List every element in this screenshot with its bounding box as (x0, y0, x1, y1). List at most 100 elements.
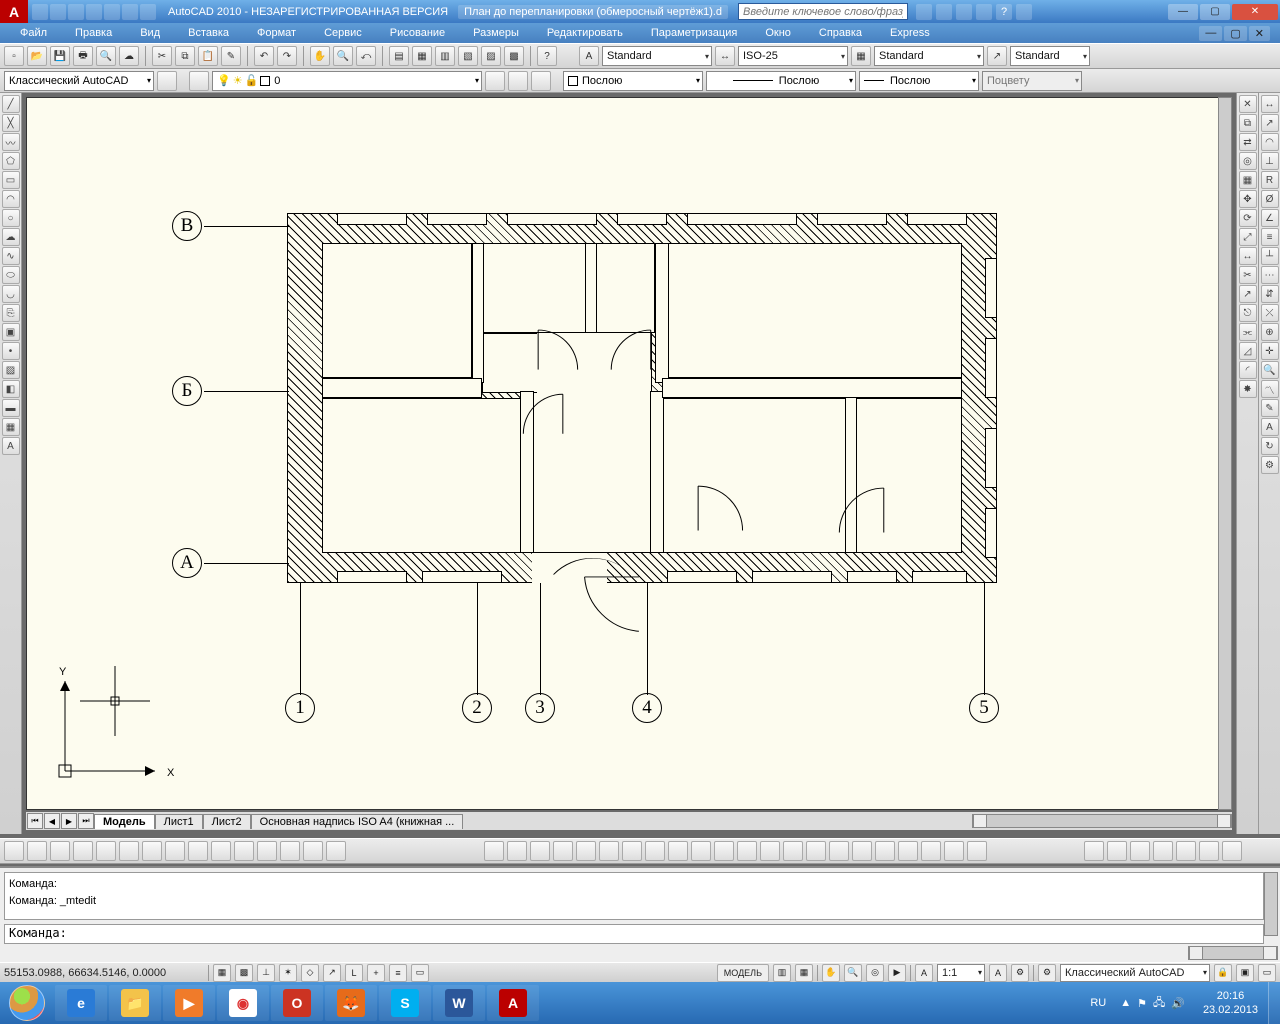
rt1[interactable] (1084, 841, 1104, 861)
dimupdate-icon[interactable]: ↻ (1261, 437, 1279, 455)
bt5[interactable] (96, 841, 116, 861)
bt4[interactable] (73, 841, 93, 861)
dim-arc-icon[interactable]: ◠ (1261, 133, 1279, 151)
ct13[interactable] (760, 841, 780, 861)
help-dropdown-icon[interactable] (1016, 4, 1032, 20)
doc-close-button[interactable]: ✕ (1249, 26, 1270, 41)
insert-icon[interactable]: ⎘ (2, 304, 20, 322)
command-prompt[interactable]: Команда: (4, 924, 1264, 944)
sheet-icon[interactable]: ▧ (458, 46, 478, 66)
zoom-icon[interactable]: 🔍 (333, 46, 353, 66)
xline-icon[interactable]: ╳ (2, 114, 20, 132)
dim-quick-icon[interactable]: ≡ (1261, 228, 1279, 246)
tab-nav-prev[interactable]: ◀ (44, 813, 60, 829)
coords-display[interactable]: 55153.0988, 66634.5146, 0.0000 (4, 967, 204, 979)
help-icon[interactable]: ? (996, 4, 1012, 20)
dimedit-icon[interactable]: ✎ (1261, 399, 1279, 417)
bt15[interactable] (326, 841, 346, 861)
dimstyle2-icon[interactable]: ⚙ (1261, 456, 1279, 474)
tab-titleblock[interactable]: Основная надпись ISO A4 (книжная ... (251, 814, 464, 829)
new-icon[interactable]: ▫ (4, 46, 24, 66)
tab-layout1[interactable]: Лист1 (155, 814, 203, 829)
qat-save-icon[interactable] (68, 4, 84, 20)
qat-undo-icon[interactable] (86, 4, 102, 20)
gradient-icon[interactable]: ◧ (2, 380, 20, 398)
preview-icon[interactable]: 🔍 (96, 46, 116, 66)
cmd-vscroll[interactable] (1264, 872, 1278, 936)
point-icon[interactable]: • (2, 342, 20, 360)
language-indicator[interactable]: RU (1084, 997, 1112, 1009)
center-icon[interactable]: ✛ (1261, 342, 1279, 360)
dim-base-icon[interactable]: ┴ (1261, 247, 1279, 265)
scale-icon[interactable]: ⤢ (1239, 228, 1257, 246)
ct15[interactable] (806, 841, 826, 861)
pline-icon[interactable]: 〰 (2, 133, 20, 151)
ct21[interactable] (944, 841, 964, 861)
tab-nav-last[interactable]: ⏭ (78, 813, 94, 829)
menu-dimension[interactable]: Размеры (459, 25, 533, 41)
array-icon[interactable]: ▦ (1239, 171, 1257, 189)
bt12[interactable] (257, 841, 277, 861)
tolerance-icon[interactable]: ⊕ (1261, 323, 1279, 341)
tray-flag-icon[interactable]: ▲ (1120, 997, 1131, 1009)
system-tray[interactable]: ▲ ⚑ 🖧 🔊 (1112, 994, 1193, 1013)
taskbar-explorer[interactable]: 📁 (109, 985, 161, 1021)
dim-ord-icon[interactable]: ⊥ (1261, 152, 1279, 170)
toolpal-icon[interactable]: ▥ (435, 46, 455, 66)
stretch-icon[interactable]: ↔ (1239, 247, 1257, 265)
ct6[interactable] (599, 841, 619, 861)
ct4[interactable] (553, 841, 573, 861)
menu-modify[interactable]: Редактировать (533, 25, 637, 41)
fillet-icon[interactable]: ◜ (1239, 361, 1257, 379)
lineweight-selector[interactable]: Послою (859, 71, 979, 91)
calc-icon[interactable]: ▩ (504, 46, 524, 66)
bt14[interactable] (303, 841, 323, 861)
tray-volume-icon[interactable]: 🔊 (1171, 997, 1185, 1010)
layer-prev-icon[interactable] (485, 71, 505, 91)
qat-print-icon[interactable] (122, 4, 138, 20)
grid-toggle[interactable]: ▩ (235, 964, 253, 982)
taskbar-ie[interactable]: e (55, 985, 107, 1021)
bt2[interactable] (27, 841, 47, 861)
tab-model[interactable]: Модель (94, 814, 155, 829)
mtext-icon[interactable]: A (2, 437, 20, 455)
ct5[interactable] (576, 841, 596, 861)
ellipse-arc-icon[interactable]: ◡ (2, 285, 20, 303)
dim-space-icon[interactable]: ⇵ (1261, 285, 1279, 303)
dim-dia-icon[interactable]: Ø (1261, 190, 1279, 208)
trim-icon[interactable]: ✂ (1239, 266, 1257, 284)
lwt-toggle[interactable]: ≡ (389, 964, 407, 982)
qat-open-icon[interactable] (50, 4, 66, 20)
workspace-settings-icon[interactable] (157, 71, 177, 91)
menu-file[interactable]: Файл (6, 25, 61, 41)
qat-redo-icon[interactable] (104, 4, 120, 20)
menu-edit[interactable]: Правка (61, 25, 126, 41)
wheel-icon[interactable]: ◎ (866, 964, 884, 982)
ct7[interactable] (622, 841, 642, 861)
zoom2-icon[interactable]: 🔍 (844, 964, 862, 982)
app-menu-button[interactable]: A (0, 0, 28, 23)
erase-icon[interactable]: ✕ (1239, 95, 1257, 113)
doc-minimize-button[interactable]: — (1199, 26, 1222, 41)
menu-window[interactable]: Окно (751, 25, 805, 41)
chamfer-icon[interactable]: ◿ (1239, 342, 1257, 360)
clock[interactable]: 20:16 23.02.2013 (1193, 989, 1268, 1017)
ct18[interactable] (875, 841, 895, 861)
dim-break-icon[interactable]: ⤫ (1261, 304, 1279, 322)
ct8[interactable] (645, 841, 665, 861)
key-icon[interactable] (936, 4, 952, 20)
rotate-icon[interactable]: ⟳ (1239, 209, 1257, 227)
anno-scale-selector[interactable]: 1:1 (937, 964, 985, 982)
ellipse-icon[interactable]: ⬭ (2, 266, 20, 284)
spline-icon[interactable]: ∿ (2, 247, 20, 265)
color-selector[interactable]: Послою (563, 71, 703, 91)
dim-style-selector[interactable]: ISO-25 (738, 46, 848, 66)
annoscale-icon[interactable]: A (915, 964, 933, 982)
menu-express[interactable]: Express (876, 25, 944, 41)
rt2[interactable] (1107, 841, 1127, 861)
text-style-selector[interactable]: Standard (602, 46, 712, 66)
linetype-selector[interactable]: Послою (706, 71, 856, 91)
pan-icon[interactable]: ✋ (310, 46, 330, 66)
cut-icon[interactable]: ✂ (152, 46, 172, 66)
block-icon[interactable]: ▣ (2, 323, 20, 341)
